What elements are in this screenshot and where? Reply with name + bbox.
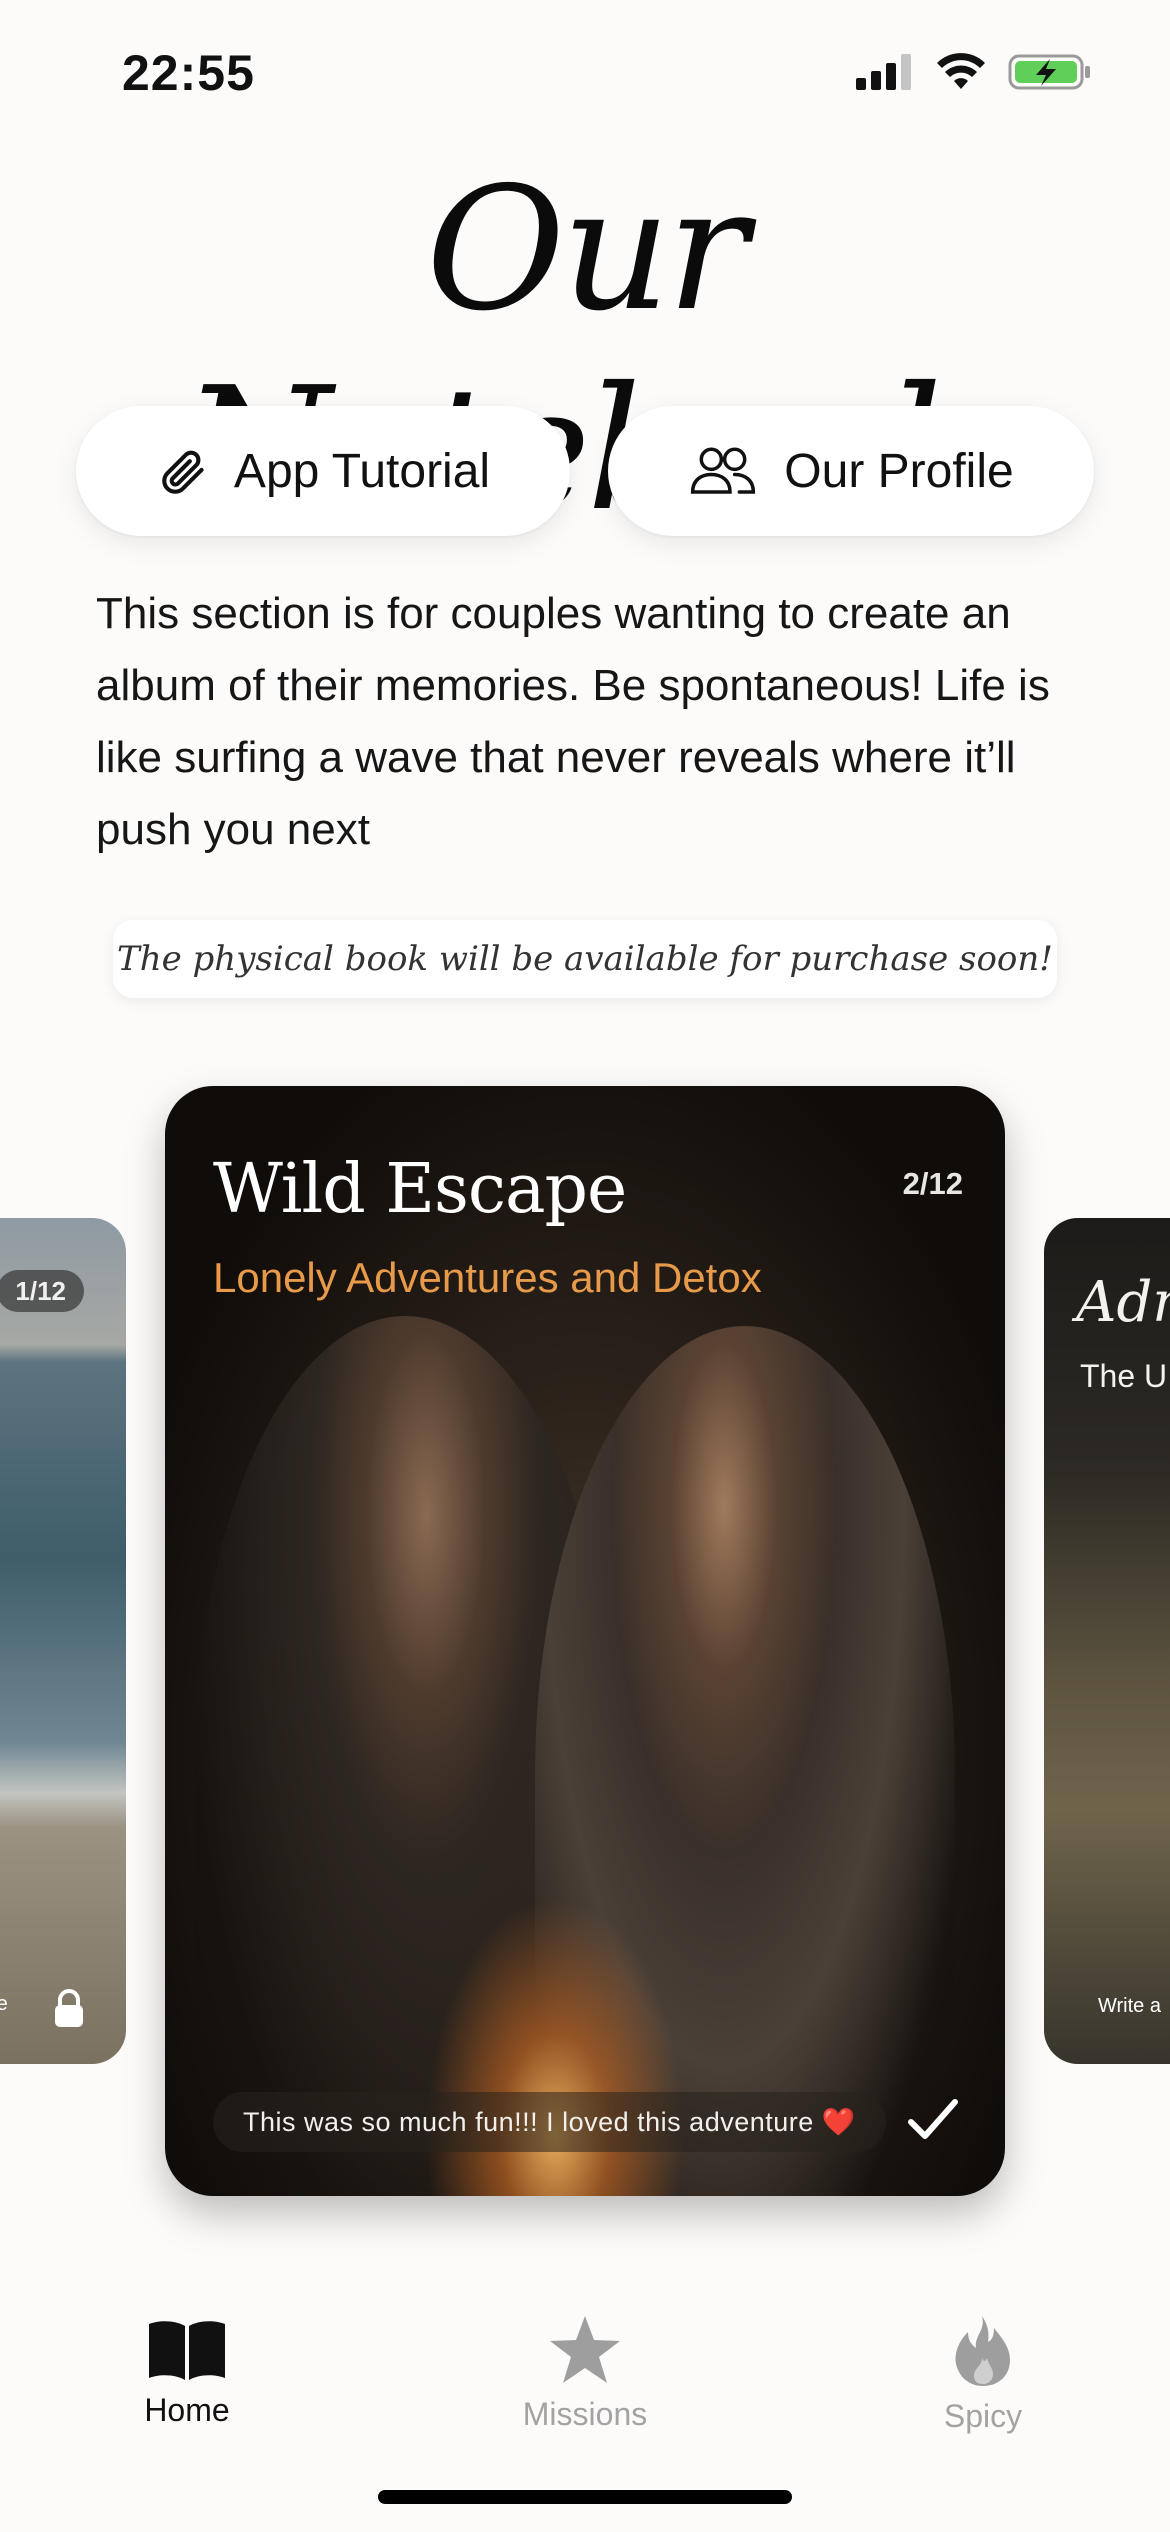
tab-spicy-label: Spicy (943, 2398, 1023, 2434)
star-icon (550, 2316, 620, 2383)
card-title: Wild Escape (213, 1150, 627, 1229)
battery-charging-icon (1008, 54, 1090, 90)
tab-missions-label: Missions (522, 2396, 648, 2432)
lock-icon (55, 1989, 83, 2027)
wifi-icon (937, 53, 985, 89)
tab-home[interactable]: Home (87, 2318, 287, 2429)
status-bar: 22:55 (0, 0, 1170, 150)
memory-card-2[interactable]: Wild Escape 2/12 Lonely Adventures and D… (165, 1086, 1005, 2196)
card-caption-snippet: re (0, 1993, 8, 2015)
card-subtitle: The U (1080, 1358, 1168, 1394)
flame-icon (955, 2316, 1010, 2386)
tab-spicy[interactable]: Spicy (883, 2314, 1083, 2435)
status-time: 22:55 (122, 45, 255, 101)
home-indicator (378, 2490, 792, 2504)
paperclip-icon (162, 450, 204, 494)
purchase-notice: The physical book will be available for … (113, 920, 1057, 998)
section-description: This section is for couples wanting to c… (96, 589, 1050, 854)
card-subtitle: Lonely Adventures and Detox (213, 1254, 762, 1301)
app-tutorial-button[interactable]: App Tutorial (76, 406, 570, 536)
memory-card-1[interactable]: 1/12 re (0, 1218, 126, 2064)
book-icon (149, 2321, 225, 2380)
memory-card-3[interactable]: Adr The U Write a (1044, 1218, 1170, 2064)
status-icons (856, 52, 1092, 92)
our-profile-label: Our Profile (784, 444, 1014, 498)
our-profile-button[interactable]: Our Profile (608, 406, 1094, 536)
card-title: Adr (1076, 1270, 1170, 1335)
card-caption: This was so much fun!!! I loved this adv… (213, 2092, 886, 2152)
tab-missions[interactable]: Missions (485, 2314, 685, 2433)
checkmark-icon[interactable] (907, 2098, 959, 2144)
app-tutorial-label: App Tutorial (233, 444, 491, 498)
tab-home-label: Home (144, 2392, 230, 2428)
card-counter: 1/12 (0, 1270, 84, 1312)
users-icon (691, 447, 756, 494)
cellular-signal-icon (856, 54, 911, 90)
card-counter: 2/12 (902, 1166, 963, 1201)
card-caption-snippet: Write a (1098, 1995, 1161, 2017)
